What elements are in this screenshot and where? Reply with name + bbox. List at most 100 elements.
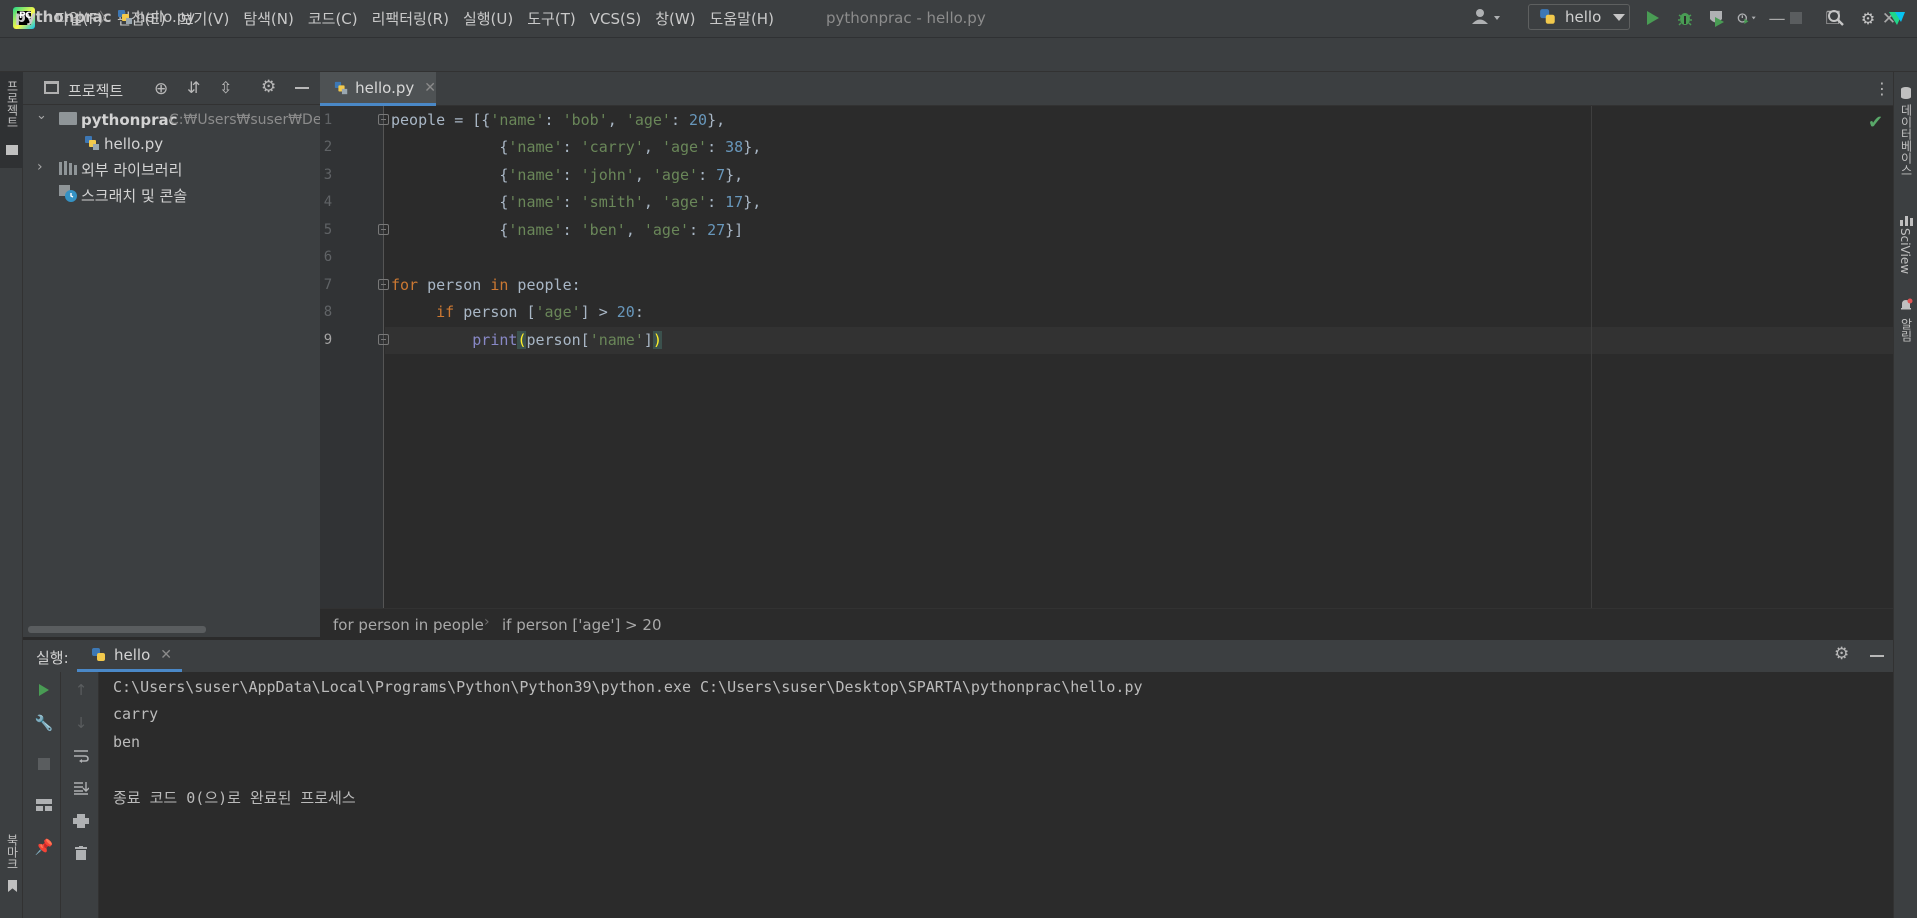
fold-marker-icon[interactable]: [378, 334, 389, 345]
console-exit-message: 종료 코드 0(으)로 완료된 프로세스: [113, 789, 356, 807]
notifications-tool-label[interactable]: 알림: [1898, 318, 1915, 342]
stop-icon[interactable]: [32, 752, 56, 776]
library-icon: [59, 161, 77, 179]
tree-scratches[interactable]: 스크래치 및 콘솔: [81, 185, 187, 206]
menu-code[interactable]: 코드(C): [308, 8, 358, 29]
run-configuration-select[interactable]: hello: [1528, 4, 1630, 30]
menu-tools[interactable]: 도구(T): [527, 8, 575, 29]
scroll-to-end-icon[interactable]: [69, 776, 93, 800]
collapse-all-icon[interactable]: ⇳: [219, 78, 232, 97]
gear-icon[interactable]: ⚙: [1858, 8, 1878, 28]
print-icon[interactable]: [69, 809, 93, 833]
project-tool-button[interactable]: 프로젝트: [0, 72, 23, 168]
editor-breadcrumb-for[interactable]: for person in people: [333, 616, 484, 634]
code-line-1[interactable]: people = [{'name': 'bob', 'age': 20},: [391, 111, 725, 129]
project-view-icon: [44, 81, 59, 94]
arrow-up-icon[interactable]: ↑: [69, 678, 93, 702]
folder-icon: [59, 112, 77, 125]
run-icon[interactable]: [1643, 8, 1663, 28]
check-icon: ✔: [1868, 112, 1884, 133]
project-panel: [23, 72, 320, 637]
run-panel-title: 실행:: [36, 649, 69, 667]
layout-icon[interactable]: [32, 793, 56, 817]
line-number: 5: [323, 222, 333, 238]
expand-all-icon[interactable]: ⇵: [187, 78, 200, 97]
chevron-down-icon[interactable]: ⌄: [36, 108, 47, 123]
window-title: pythonprac - hello.py: [826, 9, 986, 27]
python-file-icon: [334, 81, 348, 94]
project-panel-title[interactable]: 프로젝트: [68, 80, 123, 101]
console-command: C:\Users\suser\AppData\Local\Programs\Py…: [113, 678, 1143, 696]
code-line-8[interactable]: if person ['age'] > 20:: [391, 303, 644, 321]
tree-file-hello[interactable]: hello.py: [104, 135, 163, 153]
fold-marker-icon[interactable]: [378, 224, 389, 235]
gear-icon[interactable]: ⚙: [1834, 644, 1849, 664]
editor-breadcrumb-if[interactable]: if person ['age'] > 20: [502, 616, 662, 634]
menu-navigate[interactable]: 탐색(N): [243, 8, 294, 29]
tree-external-libraries[interactable]: 외부 라이브러리: [81, 159, 182, 180]
trash-icon[interactable]: [69, 841, 93, 865]
app-logo-text: PC: [19, 11, 32, 21]
coverage-icon[interactable]: [1707, 8, 1727, 28]
hide-panel-icon[interactable]: [295, 87, 309, 89]
python-icon: [92, 647, 105, 661]
run-configuration-label: hello: [1565, 8, 1602, 26]
menu-help[interactable]: 도움말(H): [710, 8, 774, 29]
database-tool-label[interactable]: 데이터베이스: [1898, 104, 1915, 176]
run-tab-hello[interactable]: hello ✕: [77, 640, 182, 672]
code-line-5[interactable]: {'name': 'ben', 'age': 27}]: [391, 221, 743, 239]
line-number: 2: [323, 139, 333, 155]
pin-icon[interactable]: 📌: [32, 835, 56, 859]
fold-marker-icon[interactable]: [378, 114, 389, 125]
right-tool-stripe: [1893, 72, 1917, 918]
code-line-3[interactable]: {'name': 'john', 'age': 7},: [391, 166, 743, 184]
left-tool-stripe: [0, 72, 23, 918]
fold-marker-icon[interactable]: [378, 279, 389, 290]
line-number: 6: [323, 249, 333, 265]
breadcrumb-separator-icon: ›: [484, 614, 490, 630]
line-number-current: 9: [323, 332, 333, 348]
menu-refactor[interactable]: 리팩터링(R): [372, 8, 449, 29]
more-options-icon[interactable]: ⋮: [1874, 79, 1890, 98]
user-icon[interactable]: [1470, 7, 1504, 27]
rerun-icon[interactable]: [32, 678, 56, 702]
wrench-icon[interactable]: 🔧: [32, 711, 56, 735]
jetbrains-toolbox-icon[interactable]: [1887, 8, 1907, 28]
code-line-7[interactable]: for person in people:: [391, 276, 581, 294]
notification-bell-icon: [1899, 298, 1913, 316]
breadcrumb-file[interactable]: hello.py: [136, 8, 195, 26]
panel-settings-icon[interactable]: ⚙: [261, 77, 276, 97]
search-icon[interactable]: [1826, 8, 1846, 28]
run-panel-header: [23, 640, 1893, 672]
soft-wrap-icon[interactable]: [69, 744, 93, 768]
folder-icon: [6, 145, 18, 155]
tree-project-root[interactable]: pythonprac: [81, 111, 178, 129]
stop-icon[interactable]: [1786, 8, 1806, 28]
bookmarks-tool-label[interactable]: 북마크: [4, 834, 21, 870]
code-line-4[interactable]: {'name': 'smith', 'age': 17},: [391, 193, 761, 211]
hide-panel-icon[interactable]: [1870, 655, 1884, 657]
breadcrumb-separator-icon: 〉: [99, 9, 115, 27]
close-icon[interactable]: ✕: [160, 647, 172, 663]
code-line-2[interactable]: {'name': 'carry', 'age': 38},: [391, 138, 761, 156]
line-number: 8: [323, 304, 333, 320]
console-output-line: ben: [113, 733, 141, 751]
menu-window[interactable]: 창(W): [655, 8, 695, 29]
sciview-tool-label[interactable]: SciView: [1898, 228, 1912, 274]
database-icon: [1899, 86, 1913, 104]
code-line-9[interactable]: print(person['name']): [391, 331, 662, 349]
console-output-line: carry: [113, 705, 159, 723]
menu-run[interactable]: 실행(U): [463, 8, 513, 29]
navigation-bar: [0, 37, 1917, 72]
chevron-right-icon[interactable]: ›: [37, 159, 43, 175]
project-tool-label: 프로젝트: [5, 80, 19, 128]
profile-icon[interactable]: [1737, 8, 1757, 28]
python-file-icon: [84, 135, 100, 155]
locate-icon[interactable]: ⊕: [154, 79, 168, 99]
project-horizontal-scrollbar[interactable]: [28, 626, 206, 633]
arrow-down-icon[interactable]: ↓: [69, 711, 93, 735]
menu-vcs[interactable]: VCS(S): [590, 10, 641, 28]
close-icon[interactable]: ✕: [424, 80, 436, 96]
debug-icon[interactable]: [1675, 8, 1695, 28]
editor-tab-hello[interactable]: hello.py ✕: [320, 72, 436, 106]
